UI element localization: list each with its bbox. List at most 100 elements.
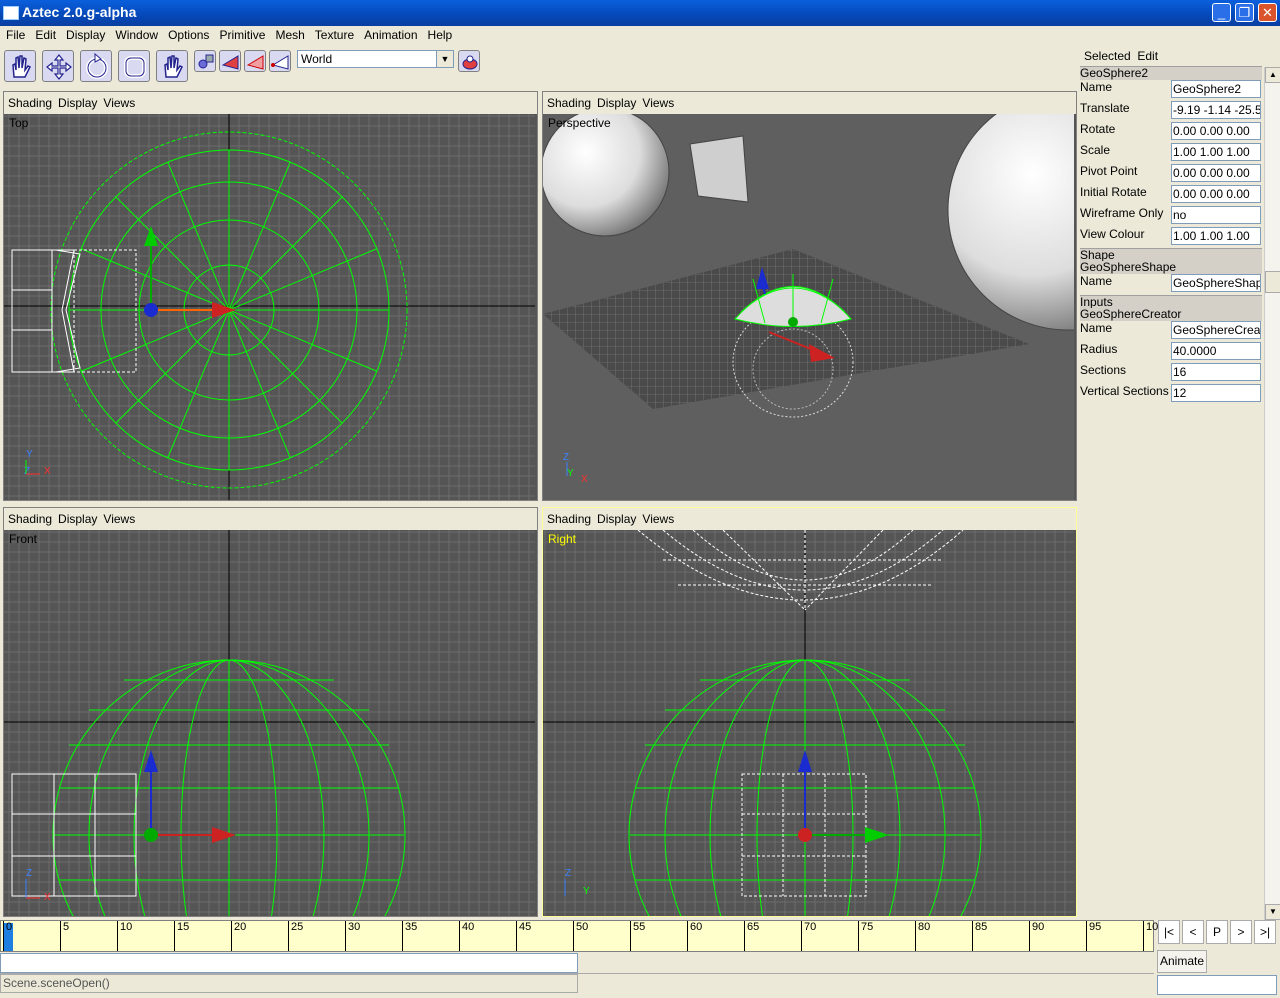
- viewport-menu-views[interactable]: Views: [103, 512, 135, 526]
- coord-space-select[interactable]: World ▼: [297, 50, 454, 68]
- command-input[interactable]: [0, 953, 578, 973]
- frame-input[interactable]: [1157, 975, 1277, 995]
- chevron-down-icon[interactable]: ▼: [436, 51, 453, 67]
- viewport-canvas[interactable]: Z Y Right: [543, 530, 1076, 916]
- axis-z-label: Y: [567, 468, 574, 479]
- viewport-right[interactable]: Shading Display Views Z Y Right: [542, 507, 1077, 917]
- pivot-point-input[interactable]: 0.00 0.00 0.00: [1171, 164, 1261, 182]
- view-colour-input[interactable]: 1.00 1.00 1.00: [1171, 227, 1261, 245]
- rotate-icon: [86, 52, 108, 79]
- scale-tool-button[interactable]: [118, 50, 150, 82]
- menu-options[interactable]: Options: [164, 26, 213, 42]
- initial-rotate-input[interactable]: 0.00 0.00 0.00: [1171, 185, 1261, 203]
- viewport-menu-display[interactable]: Display: [58, 512, 97, 526]
- vertical-sections-input[interactable]: 12: [1171, 384, 1261, 402]
- menu-animation[interactable]: Animation: [360, 26, 421, 42]
- field-label: Vertical Sections: [1080, 384, 1169, 398]
- rotate-tool-button[interactable]: [80, 50, 112, 82]
- menu-edit[interactable]: Edit: [31, 26, 60, 42]
- app-icon: [3, 6, 19, 20]
- viewport-menu-shading[interactable]: Shading: [8, 96, 52, 110]
- timeline-tick: 80: [915, 921, 972, 951]
- viewport-label: Right: [548, 532, 577, 546]
- rotate-input[interactable]: 0.00 0.00 0.00: [1171, 122, 1261, 140]
- menu-primitive[interactable]: Primitive: [215, 26, 269, 42]
- shape-name-input[interactable]: GeoSphereShape: [1171, 274, 1261, 292]
- timeline-tick: 60: [687, 921, 744, 951]
- go-end-button[interactable]: >|: [1254, 920, 1276, 944]
- render-teapot-icon: [462, 55, 478, 70]
- axis-v-label: Z: [565, 868, 571, 879]
- timeline-tick: 0: [3, 921, 60, 951]
- name-input[interactable]: GeoSphere2: [1171, 80, 1261, 98]
- viewport-canvas[interactable]: Z X Front: [4, 530, 537, 916]
- viewport-perspective[interactable]: Shading Display Views Z Y X Perspective: [542, 91, 1077, 501]
- property-panel: Selected Edit GeoSphere2 Name GeoSphere2…: [1076, 46, 1280, 920]
- close-button[interactable]: ✕: [1258, 3, 1277, 22]
- section-object[interactable]: GeoSphere2: [1080, 66, 1262, 80]
- scroll-thumb[interactable]: [1265, 271, 1280, 293]
- panel-tab-edit[interactable]: Edit: [1137, 49, 1158, 63]
- vertex-icon: [271, 55, 289, 70]
- axis-z-label: Z: [24, 466, 30, 477]
- viewport-canvas[interactable]: Z Y X Perspective: [543, 114, 1076, 500]
- go-start-button[interactable]: |<: [1158, 920, 1180, 944]
- menu-display[interactable]: Display: [62, 26, 109, 42]
- viewport-menu: Shading Display Views: [8, 512, 141, 526]
- sections-input[interactable]: 16: [1171, 363, 1261, 381]
- viewport-canvas[interactable]: Y Z X Top: [4, 114, 537, 500]
- select-tool-button[interactable]: [4, 50, 36, 82]
- window-title: Aztec 2.0.g-alpha: [22, 4, 137, 20]
- panel-scrollbar[interactable]: ▲ ▼: [1264, 67, 1280, 920]
- axis-v-label: Z: [26, 868, 32, 879]
- field-label: Name: [1080, 80, 1113, 94]
- select-object-button[interactable]: [194, 50, 216, 72]
- panel-tab-selected[interactable]: Selected: [1084, 49, 1131, 63]
- select-face-button[interactable]: [219, 50, 241, 72]
- menu-texture[interactable]: Texture: [311, 26, 358, 42]
- scroll-up-icon[interactable]: ▲: [1265, 67, 1280, 83]
- scroll-down-icon[interactable]: ▼: [1265, 904, 1280, 920]
- status-text: Scene.sceneOpen(): [0, 974, 578, 993]
- wireframe-only-input[interactable]: no: [1171, 206, 1261, 224]
- render-button[interactable]: [458, 50, 480, 72]
- maximize-button[interactable]: ❐: [1235, 3, 1254, 22]
- viewport-menu-display[interactable]: Display: [597, 512, 636, 526]
- edge-icon: [246, 55, 264, 70]
- play-button[interactable]: P: [1206, 920, 1228, 944]
- next-frame-button[interactable]: >: [1230, 920, 1252, 944]
- select-vertex-button[interactable]: [269, 50, 291, 72]
- menu-bar: File Edit Display Window Options Primitive Mes…: [0, 26, 1280, 46]
- subsection-inputs[interactable]: GeoSphereCreator: [1080, 308, 1262, 321]
- translate-input[interactable]: -9.19 -1.14 -25.50: [1171, 101, 1261, 119]
- scene-right: Z Y: [564, 530, 982, 916]
- viewport-menu-display[interactable]: Display: [597, 96, 636, 110]
- radius-input[interactable]: 40.0000: [1171, 342, 1261, 360]
- minimize-button[interactable]: _: [1212, 3, 1231, 22]
- viewport-top[interactable]: Shading Display Views Y Z X Top: [3, 91, 538, 501]
- creator-name-input[interactable]: GeoSphereCreator: [1171, 321, 1261, 339]
- pan-tool-button[interactable]: [156, 50, 188, 82]
- viewport-menu-views[interactable]: Views: [103, 96, 135, 110]
- subsection-shape[interactable]: GeoSphereShape: [1080, 261, 1262, 274]
- viewport-menu-shading[interactable]: Shading: [547, 512, 591, 526]
- select-edge-button[interactable]: [244, 50, 266, 72]
- scale-input[interactable]: 1.00 1.00 1.00: [1171, 143, 1261, 161]
- animate-button[interactable]: Animate: [1157, 950, 1207, 973]
- viewport-menu-views[interactable]: Views: [642, 96, 674, 110]
- viewport-menu-shading[interactable]: Shading: [8, 512, 52, 526]
- viewport-front[interactable]: Shading Display Views Z X Front: [3, 507, 538, 917]
- field-label: Wireframe Only: [1080, 206, 1164, 220]
- prev-frame-button[interactable]: <: [1182, 920, 1204, 944]
- menu-help[interactable]: Help: [424, 26, 457, 42]
- menu-file[interactable]: File: [2, 26, 29, 42]
- menu-mesh[interactable]: Mesh: [271, 26, 308, 42]
- move-tool-button[interactable]: [42, 50, 74, 82]
- menu-window[interactable]: Window: [111, 26, 162, 42]
- timeline-tick: 55: [630, 921, 687, 951]
- viewport-menu-display[interactable]: Display: [58, 96, 97, 110]
- timeline[interactable]: 0 5 10 15 20 25 30 35 40 45 50 55 60 65 70 75 80 85 90 95 10: [0, 920, 1158, 952]
- field-label: Radius: [1080, 342, 1118, 356]
- viewport-menu-views[interactable]: Views: [642, 512, 674, 526]
- viewport-menu-shading[interactable]: Shading: [547, 96, 591, 110]
